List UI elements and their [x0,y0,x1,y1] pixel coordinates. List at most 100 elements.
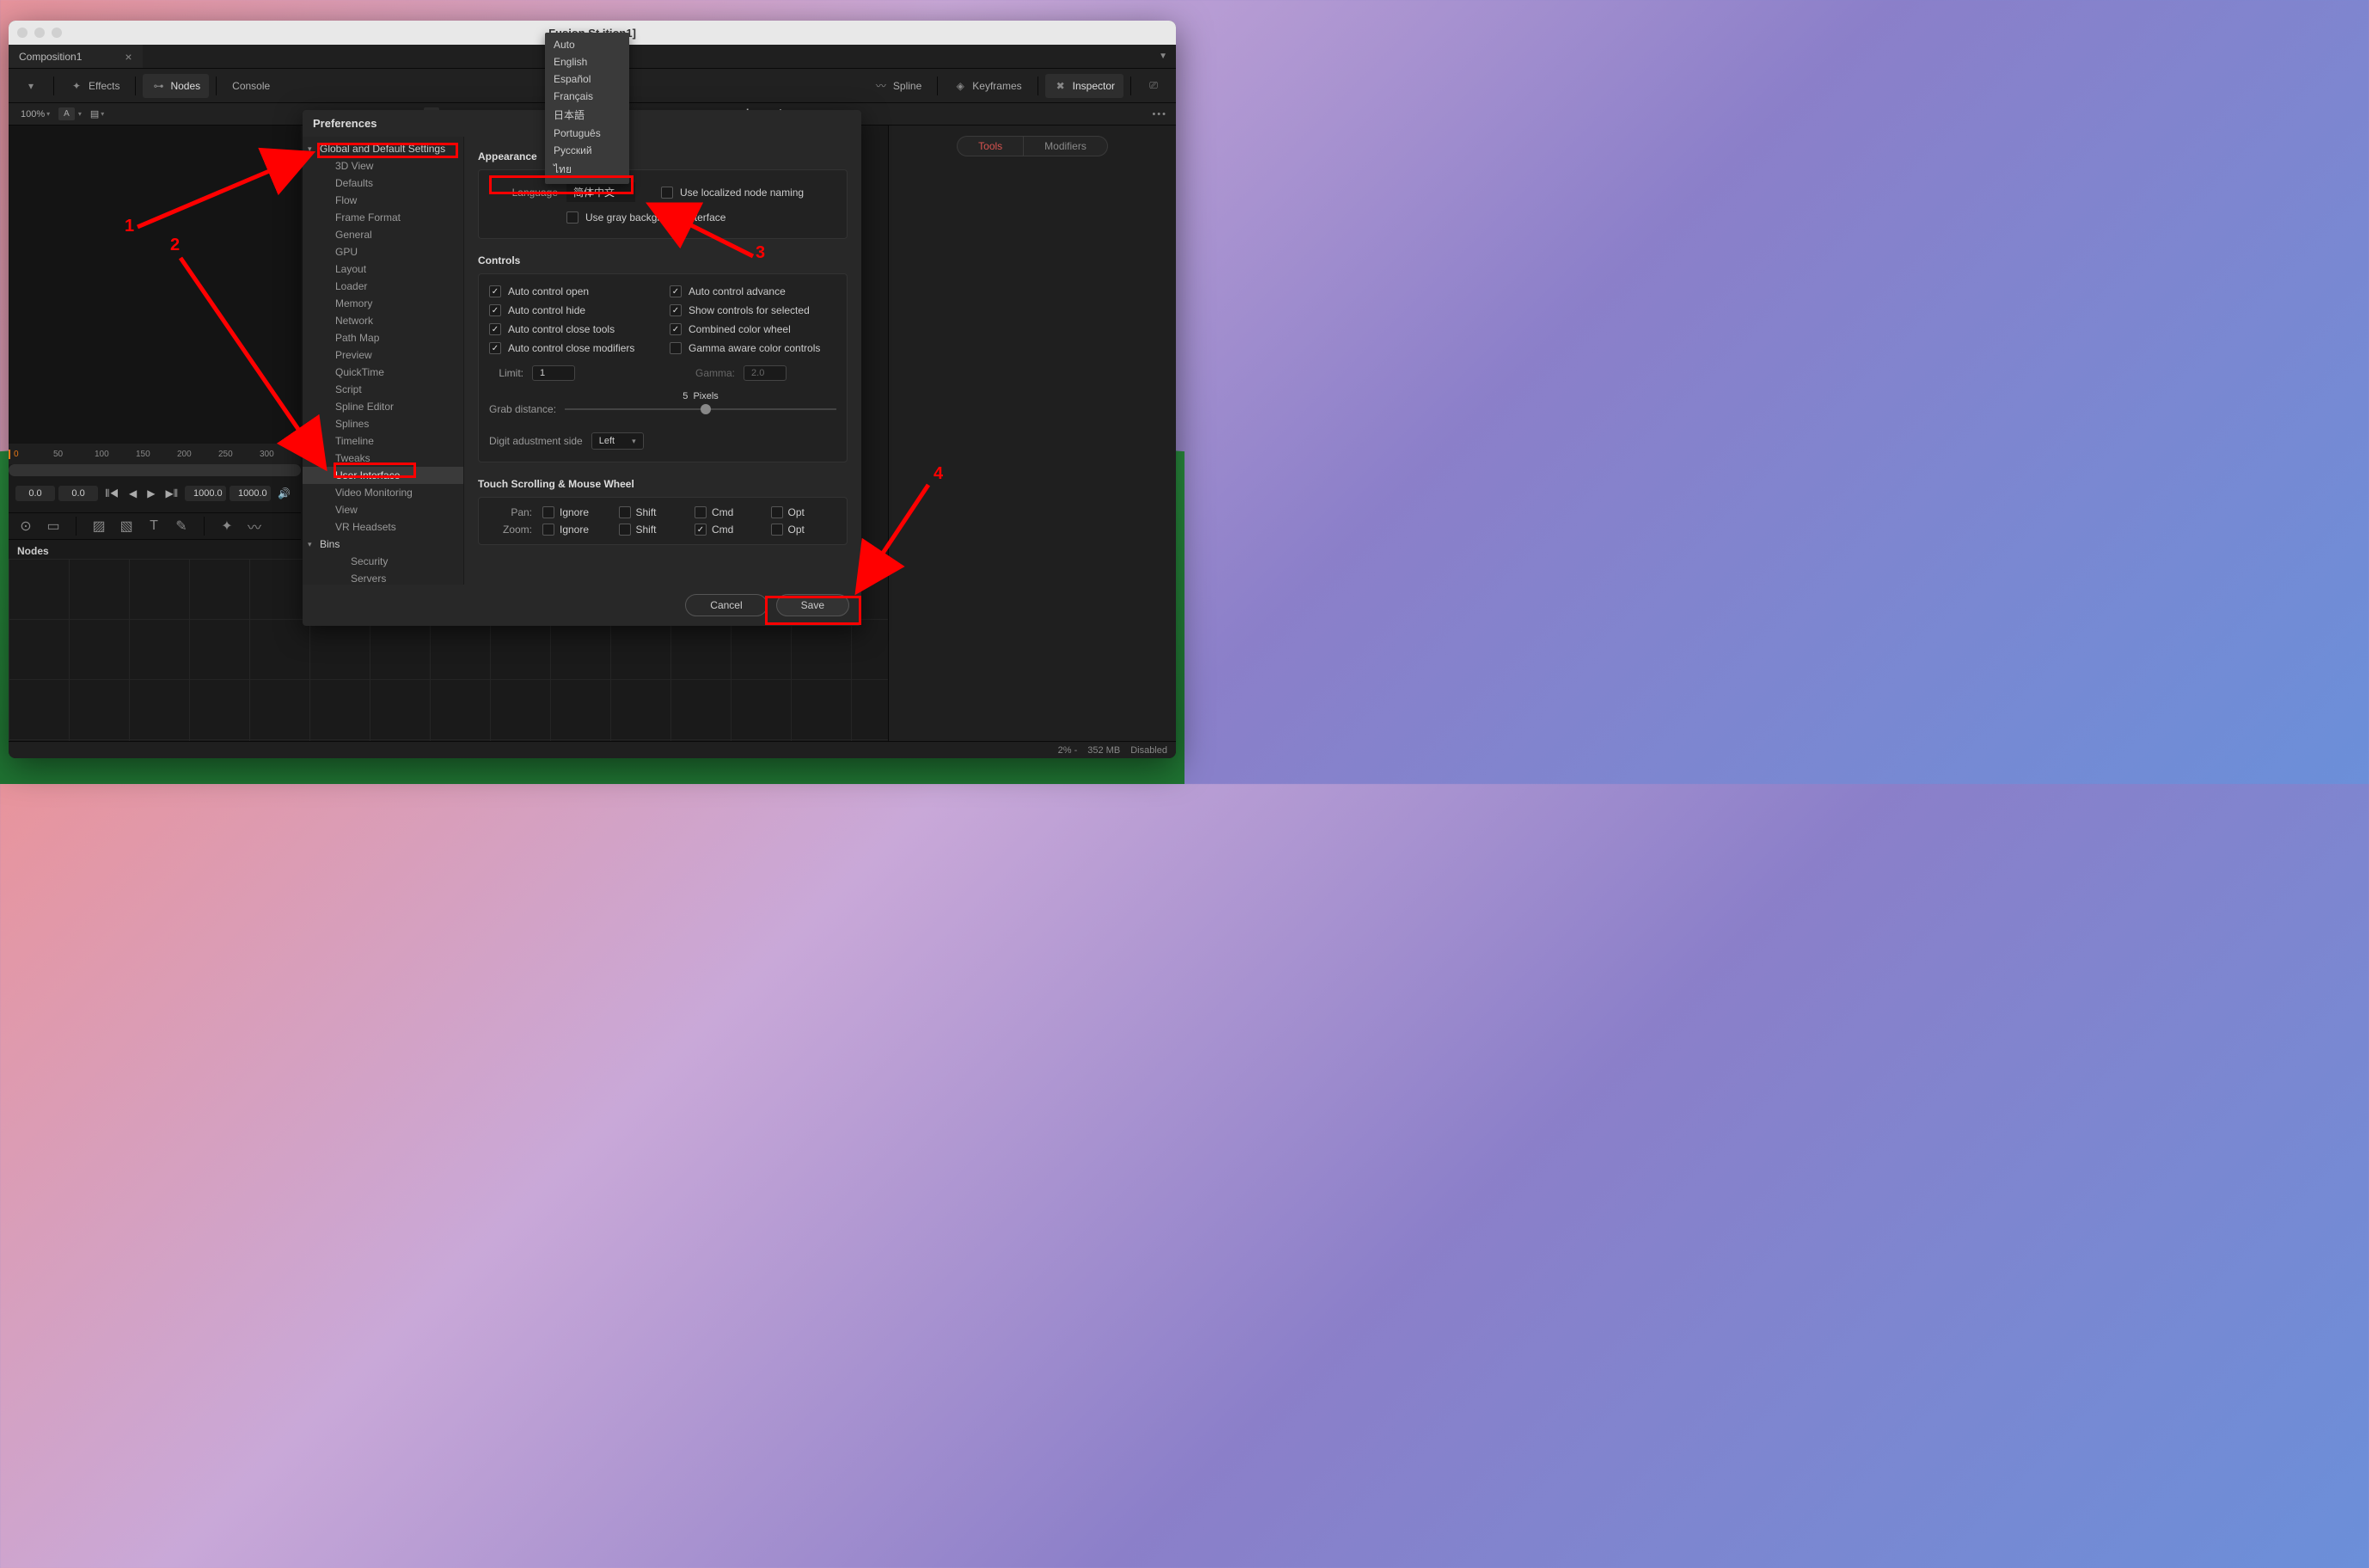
autohide-checkbox[interactable] [489,304,501,316]
effects-button[interactable]: ✦Effects [61,74,128,98]
tool-icon-8[interactable]: 〰 [246,518,263,535]
preferences-sidebar[interactable]: ▾Global and Default Settings 3D View Def… [303,137,464,585]
graybg-checkbox[interactable] [566,211,578,224]
composition-tab[interactable]: Composition1 × [9,45,143,68]
brush-tool-icon[interactable]: ✎ [173,518,190,535]
sidebar-item-servers[interactable]: Servers [303,570,463,585]
zoom-ignore-checkbox[interactable] [542,524,554,536]
sidebar-item-security[interactable]: Security [303,553,463,570]
pan-shift-checkbox[interactable] [619,506,631,518]
tool-icon-3[interactable]: ▨ [90,518,107,535]
speaker-icon[interactable]: 🔊 [274,487,294,499]
sidebar-item-pathmap[interactable]: Path Map [303,329,463,346]
sidebar-item-memory[interactable]: Memory [303,295,463,312]
lang-option[interactable]: English [545,53,629,70]
zoom-level-1[interactable]: 100%▾ [15,107,55,121]
next-keyframe-button[interactable]: ▶⦀ [162,487,182,500]
sidebar-item-3dview[interactable]: 3D View [303,157,463,175]
lang-option[interactable]: Português [545,125,629,142]
more-options-icon[interactable]: ••• [1152,109,1167,119]
gamma-input[interactable] [744,365,787,381]
sidebar-item-script[interactable]: Script [303,381,463,398]
close-window-button[interactable] [17,28,28,38]
sidebar-item-general[interactable]: General [303,226,463,243]
timeline-ruler[interactable]: 0 50 100 150 200 250 300 [9,444,301,464]
limit-input[interactable] [532,365,575,381]
cancel-button[interactable]: Cancel [685,594,767,616]
toolbar-dropdown-button[interactable]: ▾ [15,74,46,98]
play-reverse-button[interactable]: ◀ [125,487,140,499]
modifiers-tab[interactable]: Modifiers [1023,136,1108,156]
lang-option[interactable]: Français [545,88,629,105]
autoclosetools-checkbox[interactable] [489,323,501,335]
text-tool-icon[interactable]: T [145,518,162,535]
nodes-button[interactable]: ⊶Nodes [143,74,209,98]
sidebar-group-global[interactable]: ▾Global and Default Settings [303,140,463,157]
pan-cmd-checkbox[interactable] [695,506,707,518]
end-frame-2[interactable]: 1000.0 [230,486,271,501]
zoom-shift-checkbox[interactable] [619,524,631,536]
minimize-window-button[interactable] [34,28,45,38]
lang-option[interactable]: 日本語 [545,105,629,125]
sidebar-item-loader[interactable]: Loader [303,278,463,295]
sidebar-item-vrheadsets[interactable]: VR Headsets [303,518,463,536]
close-tab-icon[interactable]: × [125,50,132,64]
autoclosemod-checkbox[interactable] [489,342,501,354]
lang-option[interactable]: Auto [545,36,629,53]
pan-ignore-checkbox[interactable] [542,506,554,518]
lang-option[interactable]: Español [545,70,629,88]
localized-checkbox[interactable] [661,187,673,199]
view-a-badge[interactable]: A [58,107,75,120]
maximize-window-button[interactable] [52,28,62,38]
sidebar-item-preview[interactable]: Preview [303,346,463,364]
prev-keyframe-button[interactable]: ⦀◀ [101,487,122,500]
sidebar-item-tweaks[interactable]: Tweaks [303,450,463,467]
zoom-cmd-checkbox[interactable] [695,524,707,536]
tool-icon-7[interactable]: ✦ [218,518,236,535]
gammaaware-checkbox[interactable] [670,342,682,354]
zoom-opt-checkbox[interactable] [771,524,783,536]
sidebar-item-defaults[interactable]: Defaults [303,175,463,192]
sidebar-item-splines[interactable]: Splines [303,415,463,432]
grab-distance-slider[interactable]: 5 Pixels [565,408,836,410]
lang-option[interactable]: Русский [545,142,629,159]
tool-icon-2[interactable]: ▭ [45,518,62,535]
sidebar-item-layout[interactable]: Layout [303,260,463,278]
save-button[interactable]: Save [776,594,849,616]
sidebar-item-quicktime[interactable]: QuickTime [303,364,463,381]
sidebar-group-bins[interactable]: ▾Bins [303,536,463,553]
spline-button[interactable]: 〰Spline [866,74,930,98]
combinedwheel-checkbox[interactable] [670,323,682,335]
tabs-menu-icon[interactable]: ▼ [1150,52,1176,61]
autoadvance-checkbox[interactable] [670,285,682,297]
monitor-button[interactable]: ⎚ [1138,74,1169,98]
console-button[interactable]: Console [223,74,279,98]
viewer-pane[interactable] [9,126,301,444]
tool-icon-1[interactable]: ⊙ [17,518,34,535]
slider-thumb[interactable] [701,404,711,414]
sidebar-item-flow[interactable]: Flow [303,192,463,209]
sidebar-item-frameformat[interactable]: Frame Format [303,209,463,226]
inspector-button[interactable]: ✖Inspector [1045,74,1123,98]
digit-side-select[interactable]: Left▾ [591,432,644,450]
current-frame-2[interactable]: 0.0 [58,486,98,501]
language-select[interactable]: 简体中文 [566,182,635,202]
autoopen-checkbox[interactable] [489,285,501,297]
tool-icon-4[interactable]: ▧ [118,518,135,535]
sidebar-item-splineeditor[interactable]: Spline Editor [303,398,463,415]
pan-opt-checkbox[interactable] [771,506,783,518]
sidebar-item-gpu[interactable]: GPU [303,243,463,260]
keyframes-button[interactable]: ◈Keyframes [945,74,1030,98]
sidebar-item-view[interactable]: View [303,501,463,518]
sidebar-item-videomonitoring[interactable]: Video Monitoring [303,484,463,501]
current-frame-1[interactable]: 0.0 [15,486,55,501]
sidebar-item-userinterface[interactable]: User Interface [303,467,463,484]
tools-tab[interactable]: Tools [957,136,1023,156]
timeline-scrubber[interactable] [9,464,301,476]
play-button[interactable]: ▶ [144,487,158,499]
view-menu-1[interactable]: ▤▾ [85,107,109,121]
showselected-checkbox[interactable] [670,304,682,316]
sidebar-item-timeline[interactable]: Timeline [303,432,463,450]
end-frame-1[interactable]: 1000.0 [185,486,226,501]
lang-option[interactable]: ไทย [545,159,629,181]
